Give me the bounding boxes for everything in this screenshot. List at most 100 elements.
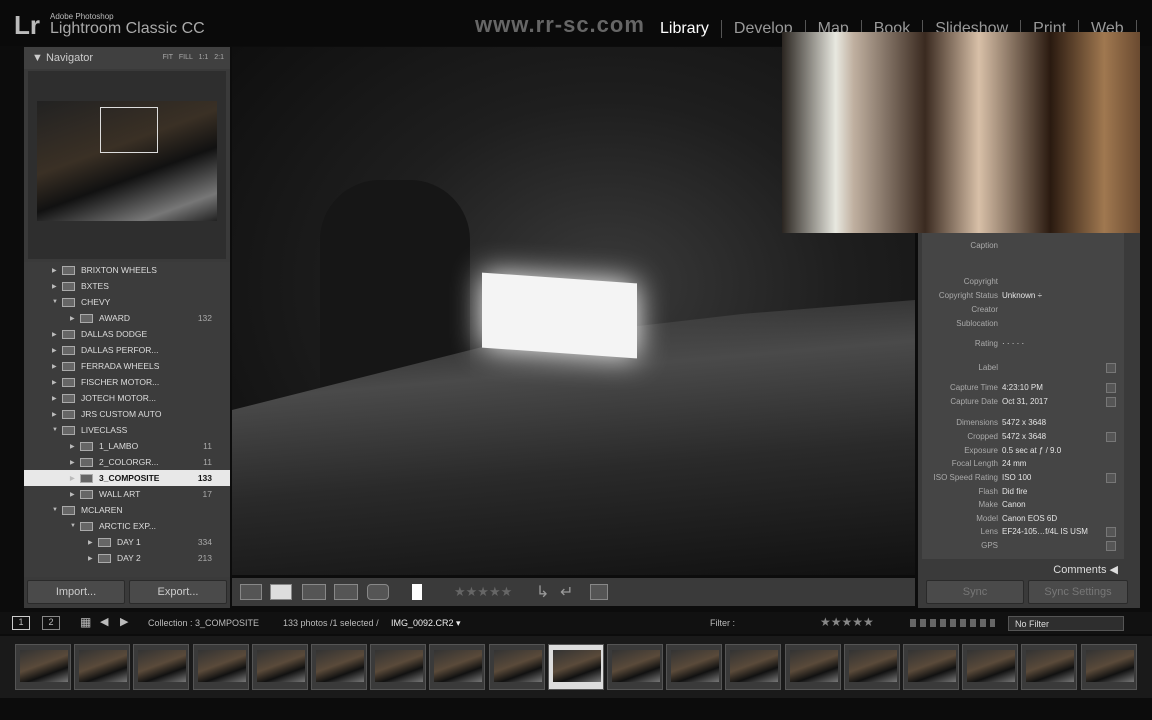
- folder-item[interactable]: ▼ CHEVY: [24, 294, 230, 310]
- folder-item[interactable]: ▼ LIVECLASS: [24, 422, 230, 438]
- comments-header[interactable]: Comments ◀: [1053, 563, 1118, 576]
- folder-item[interactable]: ▶ DALLAS DODGE: [24, 326, 230, 342]
- collapsed-triangle-icon[interactable]: ▶: [70, 475, 80, 482]
- filter-select[interactable]: No Filter: [1008, 616, 1124, 631]
- filmstrip-thumbnail[interactable]: [843, 644, 900, 690]
- metadata-action-icon[interactable]: [1106, 363, 1116, 373]
- collection-path[interactable]: Collection : 3_COMPOSITE: [148, 618, 259, 628]
- collapsed-triangle-icon[interactable]: ▶: [52, 395, 62, 402]
- filmstrip-thumbnail[interactable]: [607, 644, 663, 690]
- metadata-value[interactable]: Oct 31, 2017: [1002, 397, 1048, 406]
- metadata-value[interactable]: Canon EOS 6D: [1002, 514, 1057, 523]
- rotate-right-icon[interactable]: ↵: [560, 582, 573, 602]
- folder-item[interactable]: ▶ JOTECH MOTOR...: [24, 390, 230, 406]
- folder-item[interactable]: ▶ FERRADA WHEELS: [24, 358, 230, 374]
- grid-view-icon[interactable]: [240, 584, 262, 600]
- filmstrip-thumbnail[interactable]: [1021, 644, 1078, 690]
- survey-view-icon[interactable]: [334, 584, 358, 600]
- color-label-filter[interactable]: [910, 619, 995, 627]
- metadata-value[interactable]: Unknown ÷: [1002, 291, 1042, 300]
- collapsed-triangle-icon[interactable]: ▶: [52, 283, 62, 290]
- folder-item[interactable]: ▶ WALL ART 17: [24, 486, 230, 502]
- metadata-value[interactable]: Canon: [1002, 500, 1026, 509]
- forward-arrow-icon[interactable]: ▶: [120, 615, 128, 628]
- folder-item[interactable]: ▶ AWARD 132: [24, 310, 230, 326]
- collapsed-triangle-icon[interactable]: ▶: [88, 555, 98, 562]
- collapsed-triangle-icon[interactable]: ▶: [52, 331, 62, 338]
- back-arrow-icon[interactable]: ◀: [100, 615, 108, 628]
- navigator-zoom-options[interactable]: FIT FILL 1:1 2:1: [163, 54, 224, 61]
- filmstrip-thumbnail[interactable]: [903, 644, 959, 690]
- metadata-value[interactable]: 5472 x 3648: [1002, 432, 1046, 441]
- folder-item[interactable]: ▼ ARCTIC EXP...: [24, 518, 230, 534]
- collapsed-triangle-icon[interactable]: ▶: [52, 267, 62, 274]
- navigator-header[interactable]: ▼ Navigator FIT FILL 1:1 2:1: [24, 47, 230, 69]
- navigator-preview[interactable]: [28, 71, 226, 259]
- filmstrip-thumbnail[interactable]: [15, 644, 71, 690]
- metadata-value[interactable]: · · · · ·: [1002, 339, 1024, 348]
- metadata-action-icon[interactable]: [1106, 527, 1116, 537]
- export-button[interactable]: Export...: [129, 580, 227, 604]
- collapsed-triangle-icon[interactable]: ▶: [70, 491, 80, 498]
- folder-item[interactable]: ▶ DAY 2 213: [24, 550, 230, 566]
- sync-settings-button[interactable]: Sync Settings: [1028, 580, 1128, 604]
- rating-stars[interactable]: ★★★★★: [454, 584, 512, 600]
- metadata-value[interactable]: 24 mm: [1002, 459, 1026, 468]
- flag-icon[interactable]: [412, 584, 422, 600]
- collapsed-triangle-icon[interactable]: ▶: [52, 411, 62, 418]
- rotate-left-icon[interactable]: ↳: [536, 582, 549, 602]
- folder-item[interactable]: ▶ 2_COLORGR... 11: [24, 454, 230, 470]
- folder-item[interactable]: ▶ DALLAS PERFOR...: [24, 342, 230, 358]
- filmstrip-thumbnail[interactable]: [311, 644, 367, 690]
- collapsed-triangle-icon[interactable]: ▶: [88, 539, 98, 546]
- folder-item[interactable]: ▶ DAY 1 334: [24, 534, 230, 550]
- import-button[interactable]: Import...: [27, 580, 125, 604]
- metadata-value[interactable]: EF24-105…f/4L IS USM: [1002, 527, 1088, 536]
- screen-2-button[interactable]: 2: [42, 616, 60, 630]
- filmstrip-thumbnail[interactable]: [192, 644, 249, 690]
- filmstrip-thumbnail[interactable]: [784, 644, 841, 690]
- folder-item[interactable]: ▶ BRIXTON WHEELS: [24, 262, 230, 278]
- expanded-triangle-icon[interactable]: ▼: [52, 427, 62, 433]
- folder-item[interactable]: ▶ 1_LAMBO 11: [24, 438, 230, 454]
- metadata-value[interactable]: ISO 100: [1002, 473, 1031, 482]
- metadata-action-icon[interactable]: [1106, 473, 1116, 483]
- people-view-icon[interactable]: [367, 584, 389, 600]
- filmstrip-thumbnail[interactable]: [429, 644, 486, 690]
- collapsed-triangle-icon[interactable]: ▶: [52, 363, 62, 370]
- crop-overlay-icon[interactable]: [590, 584, 608, 600]
- collapsed-triangle-icon[interactable]: ▶: [70, 459, 80, 466]
- metadata-value[interactable]: 4:23:10 PM: [1002, 383, 1043, 392]
- filmstrip-thumbnail[interactable]: [666, 644, 723, 690]
- filmstrip-thumbnail[interactable]: [74, 644, 131, 690]
- loupe-view-icon[interactable]: [270, 584, 292, 600]
- filmstrip-thumbnail[interactable]: [1080, 644, 1137, 690]
- folder-item[interactable]: ▶ 3_COMPOSITE 133: [24, 470, 230, 486]
- filmstrip-thumbnail[interactable]: [488, 644, 545, 690]
- filmstrip-thumbnail[interactable]: [547, 644, 604, 690]
- filmstrip-thumbnail[interactable]: [962, 644, 1019, 690]
- folder-item[interactable]: ▶ BXTES: [24, 278, 230, 294]
- sync-button[interactable]: Sync: [926, 580, 1024, 604]
- expanded-triangle-icon[interactable]: ▼: [70, 523, 80, 529]
- navigator-zoom-box[interactable]: [100, 107, 158, 153]
- grid-icon[interactable]: ▦: [80, 615, 91, 629]
- filmstrip-thumbnail[interactable]: [725, 644, 782, 690]
- filmstrip-thumbnail[interactable]: [370, 644, 427, 690]
- filename-dropdown[interactable]: IMG_0092.CR2 ▾: [391, 618, 461, 629]
- collapsed-triangle-icon[interactable]: ▶: [70, 443, 80, 450]
- expanded-triangle-icon[interactable]: ▼: [52, 507, 62, 513]
- screen-1-button[interactable]: 1: [12, 616, 30, 630]
- folder-item[interactable]: ▼ MCLAREN: [24, 502, 230, 518]
- metadata-action-icon[interactable]: [1106, 541, 1116, 551]
- metadata-action-icon[interactable]: [1106, 383, 1116, 393]
- module-library[interactable]: Library: [660, 20, 722, 38]
- compare-view-icon[interactable]: [302, 584, 326, 600]
- expanded-triangle-icon[interactable]: ▼: [52, 299, 62, 305]
- collapsed-triangle-icon[interactable]: ▶: [70, 315, 80, 322]
- metadata-value[interactable]: 5472 x 3648: [1002, 418, 1046, 427]
- metadata-action-icon[interactable]: [1106, 397, 1116, 407]
- collapsed-triangle-icon[interactable]: ▶: [52, 379, 62, 386]
- filmstrip-thumbnail[interactable]: [133, 644, 190, 690]
- filmstrip-thumbnail[interactable]: [251, 644, 308, 690]
